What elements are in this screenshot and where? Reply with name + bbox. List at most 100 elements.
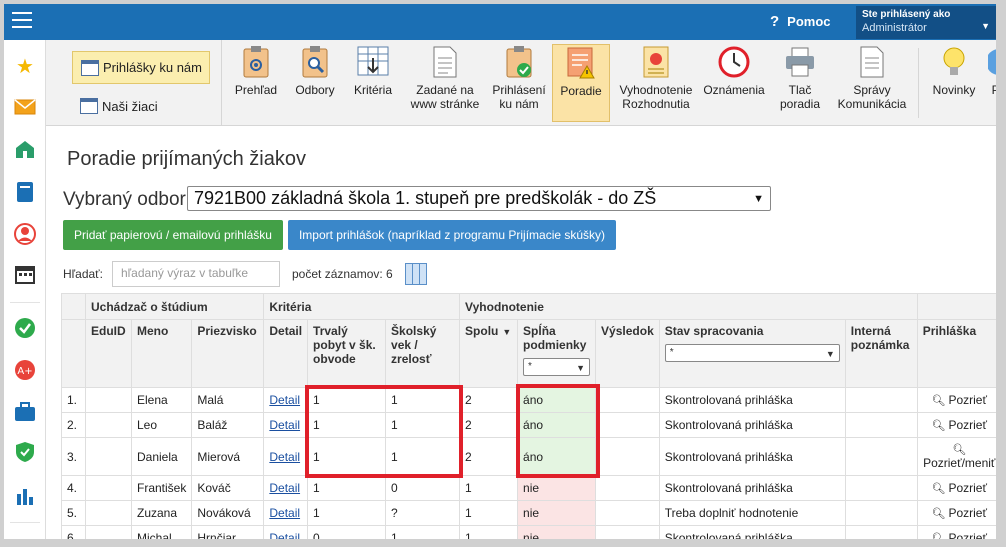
detail-link[interactable]: Detail: [269, 450, 300, 464]
cell-prihlaska[interactable]: 🔍︎ Pozrieť: [916, 525, 996, 545]
toolbar-tlac[interactable]: Tlač poradia: [772, 44, 828, 122]
header-splna[interactable]: Spĺňa podmienky * ▼: [517, 319, 597, 388]
user-line1: Ste prihlásený ako: [862, 9, 951, 20]
cell-stav: Skontrolovaná prihláška: [658, 412, 846, 438]
view-application-link[interactable]: 🔍︎ Pozrieť: [931, 531, 987, 545]
view-application-link[interactable]: 🔍︎ Pozrieť/meniť: [923, 443, 996, 470]
mail-icon[interactable]: [13, 95, 37, 119]
cell-eduid: [85, 412, 132, 438]
header-detail: Detail: [263, 319, 309, 388]
toolbar-oznamenia[interactable]: Oznámenia: [700, 44, 768, 122]
cell-prihlaska[interactable]: 🔍︎ Pozrieť: [916, 475, 996, 501]
add-application-button[interactable]: Pridať papierovú / emailovú prihlášku: [63, 220, 283, 250]
toolbar-poradie[interactable]: Poradie: [552, 44, 610, 122]
cell-detail[interactable]: Detail: [263, 387, 309, 413]
header-trvaly[interactable]: Trvalý pobyt v šk. obvode: [307, 319, 387, 388]
briefcase-icon[interactable]: [13, 400, 37, 424]
question-icon: ?: [770, 13, 780, 30]
record-count: počet záznamov: 6: [292, 267, 393, 281]
detail-link[interactable]: Detail: [269, 393, 300, 407]
svg-text:A+: A+: [17, 366, 32, 377]
star-icon[interactable]: ★: [13, 54, 37, 78]
toolbar-prihlaseni[interactable]: Prihlásení ku nám: [488, 44, 550, 122]
help-button[interactable]: ? Pomoc: [770, 13, 831, 30]
header-skolsky[interactable]: Školský vek / zrelosť: [385, 319, 461, 388]
search-input[interactable]: hľadaný výraz v tabuľke: [112, 261, 280, 287]
cell-detail[interactable]: Detail: [263, 525, 309, 539]
toolbar-odbory[interactable]: Odbory: [290, 44, 340, 122]
cell-prihlaska[interactable]: 🔍︎ Pozrieť: [916, 387, 996, 413]
header-spolu[interactable]: Spolu ▼: [459, 319, 519, 388]
cell-stav: Skontrolovaná prihláška: [658, 475, 846, 501]
calendar-icon[interactable]: [13, 262, 37, 286]
magnifier-icon: 🔍︎: [931, 533, 946, 545]
school-icon[interactable]: [13, 137, 37, 161]
row-number: 2.: [61, 412, 86, 438]
detail-link[interactable]: Detail: [269, 481, 300, 495]
row-number: 3.: [61, 437, 86, 476]
detail-link[interactable]: Detail: [269, 531, 300, 539]
view-application-link[interactable]: 🔍︎ Pozrieť: [932, 506, 987, 520]
view-application-link[interactable]: 🔍︎ Pozrieť: [932, 481, 987, 495]
check-icon[interactable]: [13, 316, 37, 340]
toolbar: Prihlášky ku nám Naši žiaci Prehľad Odbo…: [46, 40, 996, 126]
cell-prihlaska[interactable]: 🔍︎ Pozrieť: [916, 412, 996, 438]
user-menu[interactable]: Ste prihlásený ako Administrátor ▼: [856, 6, 996, 39]
odbor-select[interactable]: 7921B00 základná škola 1. stupeň pre pre…: [187, 186, 771, 211]
view-application-link[interactable]: 🔍︎ Pozrieť: [932, 393, 987, 407]
chart-icon[interactable]: [13, 484, 37, 508]
ziaci-button[interactable]: Naši žiaci: [80, 94, 158, 118]
header-meno[interactable]: Meno: [130, 319, 193, 388]
header-prihlaska[interactable]: Prihláška: [916, 319, 996, 388]
toolbar-novinky[interactable]: Novinky: [926, 44, 982, 122]
magnifier-icon: 🔍︎: [931, 395, 946, 407]
header-poznamka[interactable]: Interná poznámka: [844, 319, 918, 388]
grade-icon[interactable]: A+: [13, 358, 37, 382]
toolbar-vyhodnotenie[interactable]: Vyhodnotenie Rozhodnutia: [614, 44, 698, 122]
toolbar-spravy[interactable]: Správy Komunikácia: [834, 44, 910, 122]
lightbulb-icon: [937, 44, 971, 80]
cell-spolu: 1: [459, 475, 519, 501]
splna-filter[interactable]: * ▼: [523, 358, 591, 376]
cell-poznamka: [844, 500, 918, 526]
person-icon[interactable]: [13, 222, 37, 246]
import-applications-button[interactable]: Import prihlášok (napríklad z programu P…: [288, 220, 616, 250]
cell-detail[interactable]: Detail: [263, 437, 309, 476]
magnifier-icon: 🔍︎: [931, 483, 946, 495]
cell-poznamka: [844, 475, 918, 501]
header-eduid[interactable]: EduID: [85, 319, 132, 388]
cell-meno: František: [130, 475, 193, 501]
cell-prihlaska[interactable]: 🔍︎ Pozrieť/meniť: [916, 437, 996, 476]
toolbar-item-label: Oznámenia: [703, 83, 765, 97]
header-vysledok[interactable]: Výsledok: [595, 319, 660, 388]
cell-vysledok: [595, 387, 660, 413]
toolbar-prehlad[interactable]: Prehľad: [228, 44, 284, 122]
stav-filter[interactable]: * ▼: [664, 344, 840, 362]
group-blank: [916, 293, 996, 320]
header-stav[interactable]: Stav spracovania * ▼: [658, 319, 846, 388]
columns-icon[interactable]: [405, 263, 427, 285]
cell-spolu: 1: [459, 525, 519, 539]
caret-down-icon: ▼: [981, 21, 990, 31]
chevron-down-icon: ▼: [576, 363, 586, 373]
book-icon[interactable]: [13, 180, 37, 204]
cell-spolu: 2: [459, 412, 519, 438]
header-priezvisko[interactable]: Priezvisko: [191, 319, 265, 388]
shield-icon[interactable]: [13, 440, 37, 464]
toolbar-divider: [918, 48, 919, 118]
cell-detail[interactable]: Detail: [263, 500, 309, 526]
group-uchadzac: Uchádzač o štúdium: [84, 293, 265, 320]
prihlasky-button[interactable]: Prihlášky ku nám: [72, 51, 210, 84]
toolbar-kriteria[interactable]: Kritéria: [346, 44, 400, 122]
cell-detail[interactable]: Detail: [263, 475, 309, 501]
cell-poznamka: [844, 437, 918, 476]
detail-link[interactable]: Detail: [269, 418, 300, 432]
cell-eduid: [85, 437, 132, 476]
view-application-link[interactable]: 🔍︎ Pozrieť: [932, 418, 987, 432]
toolbar-more[interactable]: Po: [988, 44, 996, 122]
toolbar-zadane[interactable]: Zadané na www stránke: [404, 44, 486, 122]
cell-prihlaska[interactable]: 🔍︎ Pozrieť: [916, 500, 996, 526]
detail-link[interactable]: Detail: [269, 506, 300, 520]
cell-detail[interactable]: Detail: [263, 412, 309, 438]
menu-icon[interactable]: [12, 12, 32, 30]
